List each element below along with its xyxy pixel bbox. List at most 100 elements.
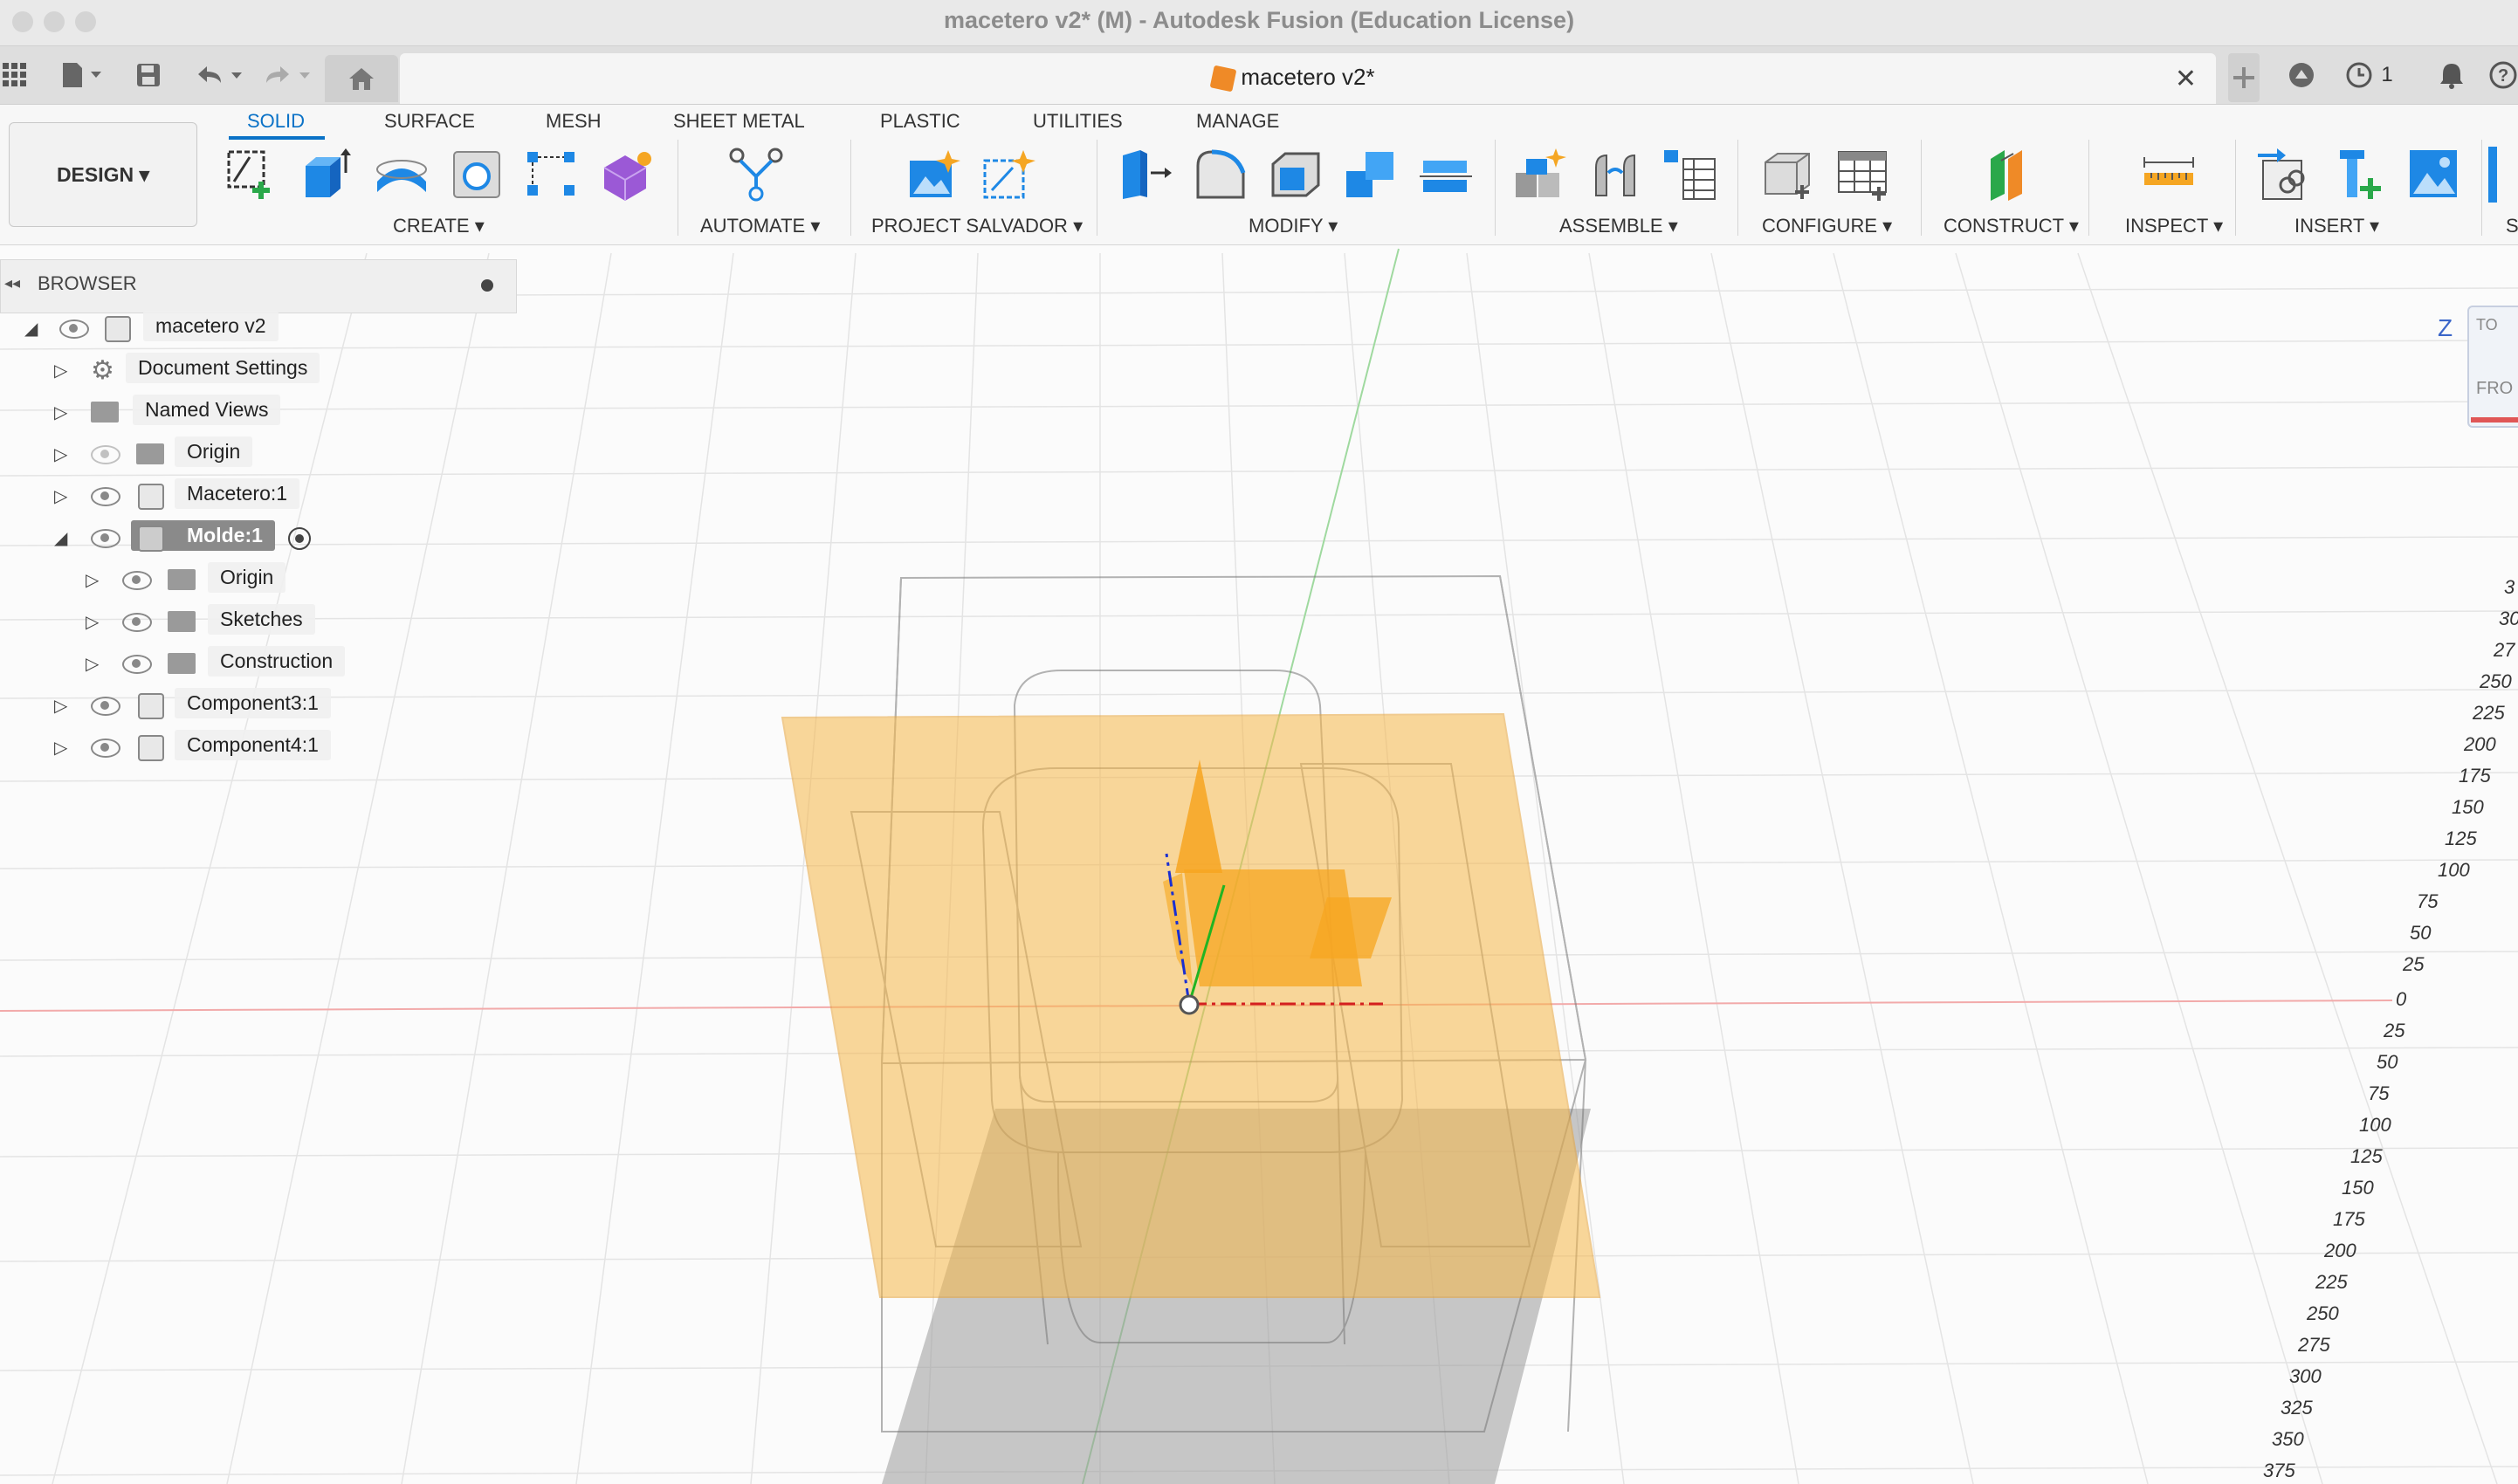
assemble-menu[interactable]: ASSEMBLE ▾ [1559, 215, 1678, 237]
tab-sheet-metal[interactable]: SHEET METAL [673, 110, 805, 133]
origin-point[interactable] [1179, 994, 1200, 1015]
collapsed-triangle-icon[interactable]: ▷ [54, 402, 67, 423]
collapse-browser-icon[interactable]: ◂◂ [4, 274, 20, 292]
ruler-tick: 150 [2452, 796, 2484, 818]
home-tab[interactable] [325, 55, 398, 102]
workspace-switcher-button[interactable]: DESIGN ▾ [9, 122, 197, 227]
create-menu[interactable]: CREATE ▾ [393, 215, 485, 237]
collapsed-triangle-icon[interactable]: ▷ [54, 695, 67, 717]
job-status-count: 1 [2381, 63, 2393, 86]
insert-mcmaster-icon[interactable] [2331, 147, 2387, 203]
fillet-icon[interactable] [1193, 147, 1249, 203]
ruler-tick: 125 [2445, 828, 2477, 849]
insert-canvas-icon[interactable] [2406, 147, 2462, 203]
collapsed-triangle-icon[interactable]: ▷ [86, 569, 99, 591]
extensions-icon[interactable] [2286, 60, 2317, 90]
ruler-tick: 30 [2499, 608, 2518, 629]
shell-icon[interactable] [1268, 147, 1324, 203]
data-panel-grid-icon[interactable] [0, 60, 30, 90]
ruler-tick: 100 [2438, 859, 2470, 881]
expanded-triangle-icon[interactable]: ◢ [54, 527, 67, 549]
visibility-eye-icon[interactable] [122, 655, 152, 674]
tab-solid[interactable]: SOLID [247, 110, 305, 133]
notifications-bell-icon[interactable] [2436, 60, 2467, 90]
configure-menu[interactable]: CONFIGURE ▾ [1762, 215, 1892, 237]
construct-plane-icon[interactable] [1982, 147, 2038, 203]
new-tab-icon[interactable] [2228, 53, 2260, 102]
tree-item-label: Origin [208, 562, 286, 593]
viewcube-top-face[interactable]: TO [2476, 316, 2498, 334]
inspect-menu[interactable]: INSPECT ▾ [2125, 215, 2223, 237]
hidden-eye-icon[interactable] [91, 445, 120, 464]
automate-icon[interactable] [728, 147, 784, 203]
tab-mesh[interactable]: MESH [546, 110, 602, 133]
collapsed-triangle-icon[interactable]: ▷ [86, 653, 99, 675]
visibility-eye-icon[interactable] [122, 571, 152, 590]
tab-surface[interactable]: SURFACE [384, 110, 475, 133]
configure-icon[interactable] [1760, 147, 1816, 203]
help-icon[interactable]: ? [2488, 60, 2518, 90]
combine-icon[interactable] [1343, 147, 1399, 203]
viewcube-front-face[interactable]: FRO [2476, 379, 2513, 399]
tab-manage[interactable]: MANAGE [1196, 110, 1279, 133]
group-separator [2481, 140, 2482, 236]
collapsed-triangle-icon[interactable]: ▷ [54, 737, 67, 759]
document-tab-label: macetero v2* [1241, 64, 1375, 90]
viewcube[interactable]: TO FRO [2467, 306, 2518, 428]
form-icon[interactable] [599, 147, 655, 203]
tree-item-label: Document Settings [126, 353, 320, 383]
collapsed-triangle-icon[interactable]: ▷ [54, 443, 67, 465]
save-icon[interactable] [131, 60, 166, 90]
group-separator [1495, 140, 1496, 236]
create-sketch-icon[interactable] [224, 147, 279, 203]
configuration-table-icon[interactable] [1835, 147, 1891, 203]
insert-derive-icon[interactable] [2256, 147, 2312, 203]
visibility-eye-icon[interactable] [122, 613, 152, 632]
canvas-viewport[interactable] [0, 245, 2518, 1484]
tab-plastic[interactable]: PLASTIC [880, 110, 960, 133]
revolve-icon[interactable] [374, 147, 430, 203]
group-separator [2235, 140, 2236, 236]
project-salvador-image-icon[interactable] [906, 147, 962, 203]
bill-of-materials-icon[interactable] [1662, 147, 1718, 203]
tab-utilities[interactable]: UTILITIES [1033, 110, 1123, 133]
select-menu[interactable]: S [2506, 215, 2518, 237]
ruler-tick: 125 [2350, 1145, 2383, 1167]
measure-icon[interactable] [2141, 147, 2197, 203]
ruler-tick: 150 [2342, 1177, 2374, 1199]
job-status-icon[interactable] [2343, 60, 2375, 90]
automate-menu[interactable]: AUTOMATE ▾ [700, 215, 820, 237]
project-salvador-menu[interactable]: PROJECT SALVADOR ▾ [871, 215, 1083, 237]
redo-icon[interactable] [258, 60, 316, 90]
document-tab[interactable]: macetero v2* ✕ [400, 53, 2216, 104]
collapsed-triangle-icon[interactable]: ▷ [86, 611, 99, 633]
ruler-tick: 250 [2480, 670, 2512, 692]
ruler-tick: 75 [2368, 1082, 2390, 1104]
extrude-icon[interactable] [299, 147, 354, 203]
construct-menu[interactable]: CONSTRUCT ▾ [1944, 215, 2079, 237]
insert-menu[interactable]: INSERT ▾ [2294, 215, 2379, 237]
collapsed-triangle-icon[interactable]: ▷ [54, 360, 67, 381]
linked-component-icon [138, 693, 164, 719]
pattern-icon[interactable] [524, 147, 580, 203]
press-pull-icon[interactable] [1118, 147, 1173, 203]
select-tool-icon[interactable] [2488, 147, 2497, 203]
project-salvador-sketch-icon[interactable] [981, 147, 1037, 203]
collapsed-triangle-icon[interactable]: ▷ [54, 485, 67, 507]
close-tab-icon[interactable]: ✕ [2175, 64, 2197, 94]
file-menu-icon[interactable] [56, 60, 108, 90]
browser-options-icon[interactable] [481, 279, 493, 292]
joint-icon[interactable] [1587, 147, 1643, 203]
visibility-eye-icon[interactable] [91, 529, 120, 548]
new-component-icon[interactable] [1512, 147, 1568, 203]
modify-menu[interactable]: MODIFY ▾ [1249, 215, 1338, 237]
expanded-triangle-icon[interactable]: ◢ [24, 318, 38, 340]
visibility-eye-icon[interactable] [91, 697, 120, 716]
activate-component-radio[interactable] [288, 527, 311, 550]
visibility-eye-icon[interactable] [91, 739, 120, 758]
visibility-eye-icon[interactable] [59, 319, 89, 339]
split-body-icon[interactable] [1418, 147, 1474, 203]
hole-icon[interactable] [449, 147, 505, 203]
undo-icon[interactable] [190, 60, 248, 90]
visibility-eye-icon[interactable] [91, 487, 120, 506]
